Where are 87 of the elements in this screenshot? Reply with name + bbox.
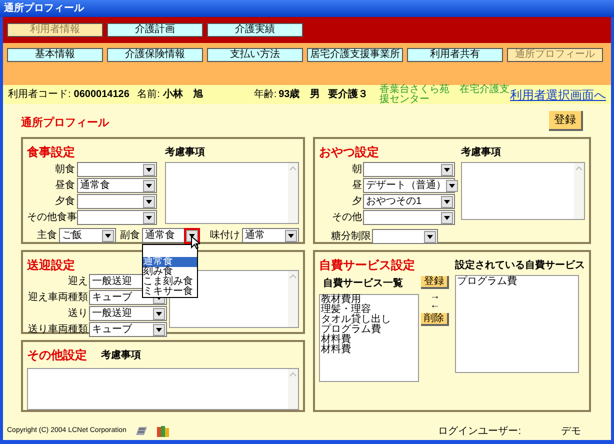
window-title: 通所プロフィール	[4, 1, 84, 16]
field-label: 考慮事項	[461, 146, 502, 160]
nav-tab[interactable]: 基本情報	[7, 48, 103, 62]
save-button[interactable]: 登録	[549, 111, 583, 131]
service-list[interactable]: 教材費用 理髪・理容 タオル貸し出し プログラム費 材料費 材料費	[319, 294, 419, 382]
field-label: 年齢:	[254, 88, 277, 102]
arrow-glyph: ←	[430, 301, 440, 310]
nav-tab[interactable]: 介護実績	[207, 23, 303, 37]
user-select-link[interactable]: 利用者選択画面へ	[510, 86, 606, 104]
field-label: 送り車両種類	[27, 322, 89, 337]
scrollbar[interactable]	[288, 369, 298, 409]
select-field[interactable]: 通常食	[77, 178, 157, 193]
list-item[interactable]: プログラム費	[457, 276, 577, 287]
field-label: 朝	[351, 162, 363, 177]
list-item[interactable]: 材料費	[321, 345, 417, 355]
arrow-glyph: →	[430, 292, 440, 301]
select-field[interactable]: キューブ	[89, 322, 167, 337]
nav-tab[interactable]: 利用者共有	[407, 48, 503, 62]
field-label: 考慮事項	[165, 146, 206, 160]
books-icon	[156, 425, 170, 437]
select-field[interactable]: 通常食	[142, 228, 200, 243]
scrollbar[interactable]	[574, 163, 584, 219]
field-label: 送り	[67, 307, 89, 321]
field-label: 夕食	[54, 195, 76, 209]
field-label: 迎え車両種類	[27, 290, 89, 305]
notes-field[interactable]	[461, 162, 585, 220]
select-field[interactable]	[372, 229, 438, 244]
scrollbar[interactable]	[288, 271, 298, 327]
nav-tab[interactable]: 介護計画	[107, 23, 203, 37]
field-label: 名前:	[137, 88, 160, 102]
list-item[interactable]: 理髪・理容	[321, 305, 417, 315]
select-field[interactable]	[363, 210, 455, 225]
login-label: ログインユーザー:	[438, 424, 521, 438]
list-item[interactable]: 材料費	[321, 335, 417, 345]
select-field[interactable]	[363, 162, 455, 177]
field-label: 主食	[37, 228, 57, 243]
notes-field[interactable]	[27, 368, 299, 410]
page-title: 通所プロフィール	[21, 116, 109, 131]
dropdown-option[interactable]: 刻み食	[143, 267, 197, 277]
field-label: 迎え	[67, 274, 89, 289]
select-field[interactable]: ご飯	[59, 228, 116, 243]
nav-tab[interactable]: 支払い方法	[207, 48, 303, 62]
scrollbar[interactable]	[288, 163, 298, 223]
nav-tab[interactable]: 通所プロフィール	[507, 48, 603, 62]
section-title: その他設定	[27, 347, 87, 364]
select-field[interactable]: おやつその1	[363, 194, 455, 209]
section-title: おやつ設定	[319, 144, 379, 161]
section-title: 送迎設定	[27, 257, 75, 274]
select-field[interactable]: デザート（普通）	[363, 178, 455, 193]
add-button[interactable]: 登録	[421, 276, 449, 289]
field-label: 考慮事項	[101, 348, 141, 362]
select-field[interactable]	[77, 162, 157, 177]
select-field[interactable]	[77, 210, 157, 225]
selected-service-list[interactable]: プログラム費	[455, 275, 579, 373]
field-label: 昼食	[54, 179, 76, 193]
user-sex: 男	[310, 88, 322, 102]
section-title: 食事設定	[27, 144, 75, 161]
field-label: 設定されている自費サービス	[455, 258, 585, 273]
delete-button[interactable]: 削除	[421, 313, 449, 326]
select-field[interactable]: 一般送迎	[89, 306, 167, 321]
notes-field[interactable]	[165, 162, 299, 224]
field-label: 副食	[120, 229, 140, 243]
login-user: デモ	[561, 424, 581, 438]
field-label: 味付け	[210, 228, 240, 243]
field-label: 朝食	[54, 162, 76, 177]
list-item[interactable]: 教材費用	[321, 295, 417, 305]
list-item[interactable]: タオル貸し出し	[321, 315, 417, 325]
nav-tab[interactable]: 居宅介護支援事業所	[307, 48, 403, 62]
user-code: 0600014126	[74, 88, 130, 102]
field-label: 自費サービス一覧	[322, 276, 404, 291]
select-field[interactable]: 通常	[242, 228, 299, 243]
user-name: 小林 旭	[162, 88, 204, 102]
section-title: 自費サービス設定	[319, 257, 415, 274]
select-field[interactable]	[77, 194, 157, 209]
phone-icon	[134, 425, 148, 437]
field-label: 昼	[351, 179, 363, 193]
field-label: 利用者コード:	[8, 88, 71, 102]
nav-tab[interactable]: 介護保険情報	[107, 48, 203, 62]
list-item[interactable]: プログラム費	[321, 325, 417, 335]
field-label: その他	[331, 211, 363, 225]
field-label: 夕	[351, 195, 363, 209]
nav-tab[interactable]: 利用者情報	[7, 23, 103, 37]
field-label: 糖分制限	[331, 230, 371, 244]
user-age: 93歳	[278, 88, 301, 102]
care-office: 香葉台さくら苑 在宅介護支援センター	[379, 84, 510, 104]
care-level: 要介護３	[328, 88, 370, 102]
field-label: その他食事	[27, 210, 77, 225]
